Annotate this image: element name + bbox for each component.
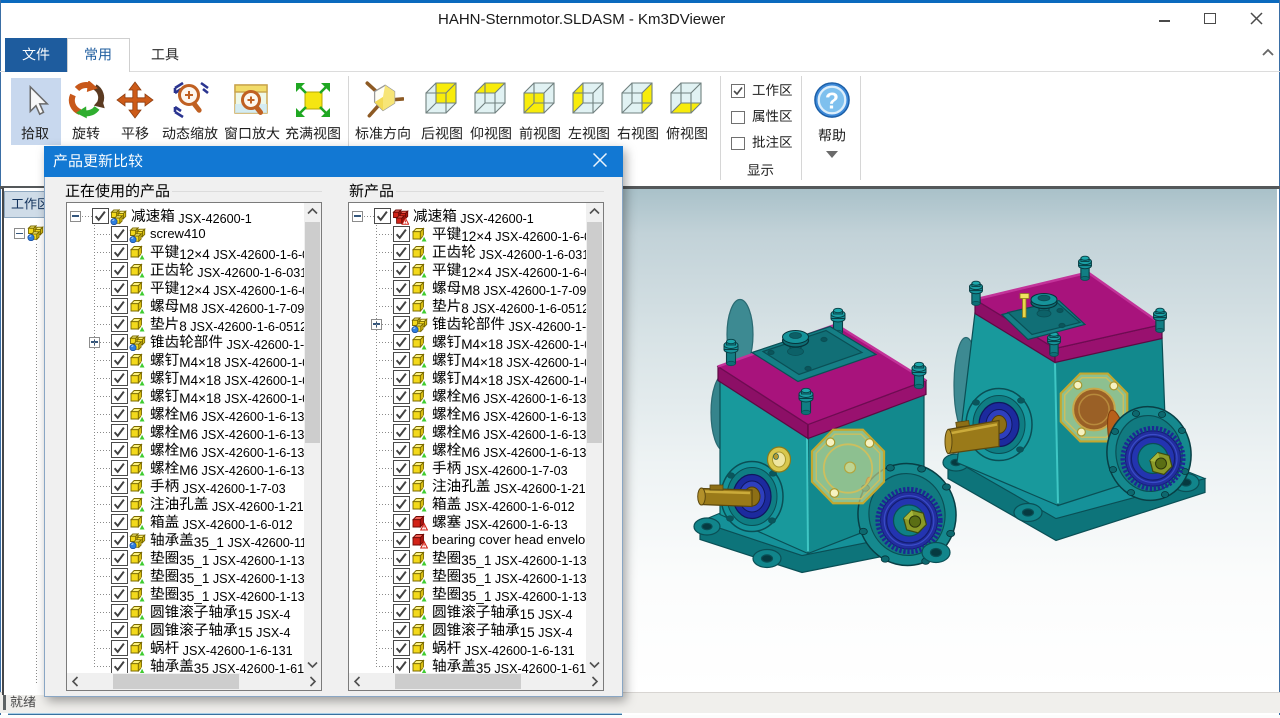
svg-text:?: ? xyxy=(825,88,839,114)
